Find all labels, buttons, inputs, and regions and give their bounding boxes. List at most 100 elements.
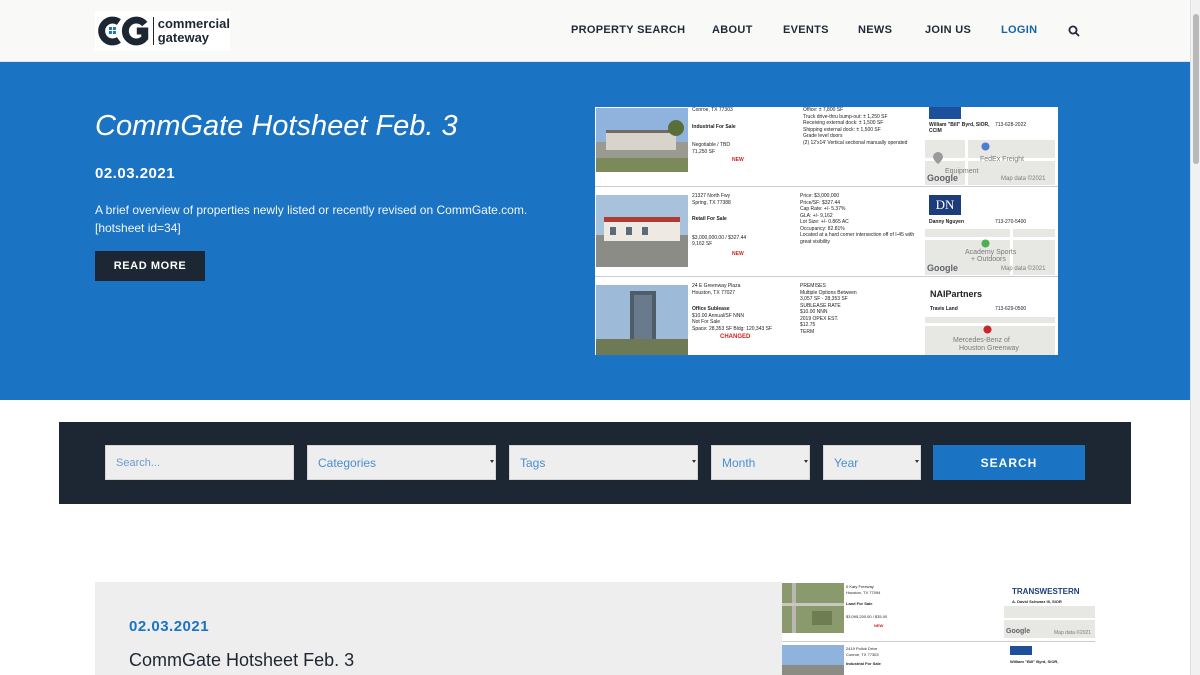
broker-logo <box>1010 646 1032 655</box>
agent-phone: 713-629-0500 <box>995 306 1027 312</box>
read-more-button[interactable]: READ MORE <box>95 251 205 281</box>
hero-title[interactable]: CommGate Hotsheet Feb. 3 <box>95 110 458 143</box>
hotsheet-row: Conroe, TX 77303 Industrial For Sale Neg… <box>595 107 1058 187</box>
detail-line: Located at a hard corner intersection of… <box>800 232 915 245</box>
google-logo: Google <box>927 173 958 183</box>
agent-name: William "Bill" Byrd, SIOR, <box>1010 659 1059 664</box>
page-scrollbar[interactable] <box>1190 0 1200 675</box>
listing-size: Space: 28,353 SF Bldg: 120,343 SF <box>692 325 773 332</box>
chevron-down-icon <box>692 460 696 463</box>
post-thumbnail[interactable]: 0 Katy Freeway Houston, TX 77094 Land Fo… <box>782 582 1095 675</box>
map-marker-icon <box>981 142 990 151</box>
broker-logo <box>929 107 961 119</box>
listing-location-line-2: Spring, TX 77388 <box>692 199 731 206</box>
year-select[interactable]: Year <box>823 445 921 480</box>
listing-map: Mercedes-Benz of Houston Greenway <box>925 317 1055 355</box>
map-label: Houston Greenway <box>959 345 1019 352</box>
listing-location-line-2: Conroe, TX 77303 <box>846 651 879 657</box>
site-logo[interactable]: commercial gateway <box>95 11 230 51</box>
logo-text: commercial gateway <box>152 16 230 45</box>
listing-tag: CHANGED <box>720 334 751 340</box>
property-photo-icon <box>596 285 688 355</box>
listing-summary: 24 E Greenway Plaza Houston, TX 77027 Of… <box>692 283 782 341</box>
chevron-down-icon <box>804 460 808 463</box>
tags-select[interactable]: Tags <box>509 445 698 480</box>
listing-tag: NEW <box>732 157 744 163</box>
scrollbar-thumb[interactable] <box>1193 14 1199 164</box>
listing-details: PREMISES Multiple Options Between 3,057 … <box>800 283 918 335</box>
detail-line: (2) 12'x14' Vertical sectional manually … <box>803 139 908 146</box>
post-title[interactable]: CommGate Hotsheet Feb. 3 <box>129 650 354 671</box>
hero-description: A brief overview of properties newly lis… <box>95 203 528 235</box>
detail-line: TERM <box>800 328 815 335</box>
search-input[interactable] <box>105 445 294 480</box>
map-road <box>1004 618 1095 620</box>
nav-property-search[interactable]: PROPERTY SEARCH <box>571 24 685 36</box>
year-label: Year <box>834 455 859 470</box>
month-label: Month <box>722 455 756 470</box>
google-logo: Google <box>927 263 958 273</box>
month-select[interactable]: Month <box>711 445 810 480</box>
logo-line-1: commercial <box>157 16 230 31</box>
map-marker-icon <box>981 239 990 248</box>
listing-type: Retail For Sale <box>692 216 727 222</box>
google-logo: Google <box>1006 628 1031 635</box>
listing-map: Google Map data ©2021 <box>1004 606 1095 638</box>
map-label: + Outdoors <box>971 256 1006 263</box>
categories-select[interactable]: Categories <box>307 445 496 480</box>
post-card: 02.03.2021 CommGate Hotsheet Feb. 3 0 Ka… <box>95 582 1095 675</box>
categories-label: Categories <box>318 455 377 470</box>
listing-location-line-2: Houston, TX 77094 <box>846 589 881 595</box>
listing-type: Industrial For Sale <box>846 661 881 666</box>
property-photo-icon <box>596 195 688 267</box>
map-road <box>965 140 968 185</box>
map-marker-icon <box>983 325 992 334</box>
broker-logo: TRANSWESTERN <box>1012 587 1080 596</box>
row-divider <box>782 641 1095 642</box>
listing-map: Academy Sports + Outdoors Google Map dat… <box>925 229 1055 275</box>
hotsheet-image[interactable]: Conroe, TX 77303 Industrial For Sale Neg… <box>595 107 1058 355</box>
listing-summary: 21327 North Fwy Spring, TX 77388 Retail … <box>692 193 782 257</box>
listing-map: FedEx Freight Equipment Google Map data … <box>925 140 1055 185</box>
listing-tag: NEW <box>874 623 884 628</box>
map-label: FedEx Freight <box>980 156 1024 163</box>
map-road <box>925 237 1055 240</box>
agent-credential: CCIM <box>929 128 942 134</box>
tags-label: Tags <box>520 455 546 470</box>
site-header: commercial gateway PROPERTY SEARCH ABOUT… <box>0 0 1190 62</box>
map-attribution: Map data ©2021 <box>1054 630 1092 636</box>
map-attribution: Map data ©2021 <box>1001 176 1046 182</box>
search-icon[interactable] <box>1068 25 1080 37</box>
listing-size: 9,162 SF <box>692 241 713 247</box>
chevron-down-icon <box>490 460 494 463</box>
nav-join-us[interactable]: JOIN US <box>925 24 971 36</box>
listing-size: 71,250 SF <box>692 148 716 155</box>
nav-about[interactable]: ABOUT <box>712 24 753 36</box>
listing-summary: Conroe, TX 77303 Industrial For Sale Neg… <box>692 107 782 164</box>
listing-type: Land For Sale <box>846 601 873 606</box>
agent-name: Travis Land <box>930 306 958 312</box>
listing-location-line-2: Houston, TX 77027 <box>692 289 735 296</box>
listing-details: Price: $3,000,000 Price/SF: $327.44 Cap … <box>800 193 918 245</box>
agent-phone: 713-628-2022 <box>995 122 1027 128</box>
map-attribution: Map data ©2021 <box>1001 266 1046 272</box>
nav-login[interactable]: LOGIN <box>1001 24 1037 36</box>
broker-logo: DN <box>929 195 961 215</box>
map-pin-icon <box>933 152 943 164</box>
agent-name: A. David Schwarz III, SIOR <box>1012 599 1062 604</box>
nav-events[interactable]: EVENTS <box>783 24 829 36</box>
hotsheet-row: 24 E Greenway Plaza Houston, TX 77027 Of… <box>595 281 1058 355</box>
listing-type: Industrial For Sale <box>692 123 736 130</box>
agent-name: Danny Nguyen <box>929 219 965 225</box>
agent-phone: 713-270-5400 <box>995 219 1027 225</box>
listing-summary: 0 Katy Freeway Houston, TX 77094 Land Fo… <box>846 584 887 629</box>
listing-details: Office: ± 7,800 SF Truck drive-thru bump… <box>803 107 913 146</box>
map-label: Mercedes-Benz of <box>953 337 1010 344</box>
logo-mark-icon <box>98 16 149 46</box>
listing-summary: 2419 Pollok Drive Conroe, TX 77303 Indus… <box>846 646 881 667</box>
search-button[interactable]: SEARCH <box>933 445 1085 480</box>
property-photo-icon <box>782 583 844 633</box>
broker-logo: NAIPartners <box>930 289 983 299</box>
hotsheet-row: 21327 North Fwy Spring, TX 77388 Retail … <box>595 191 1058 277</box>
nav-news[interactable]: NEWS <box>858 24 892 36</box>
